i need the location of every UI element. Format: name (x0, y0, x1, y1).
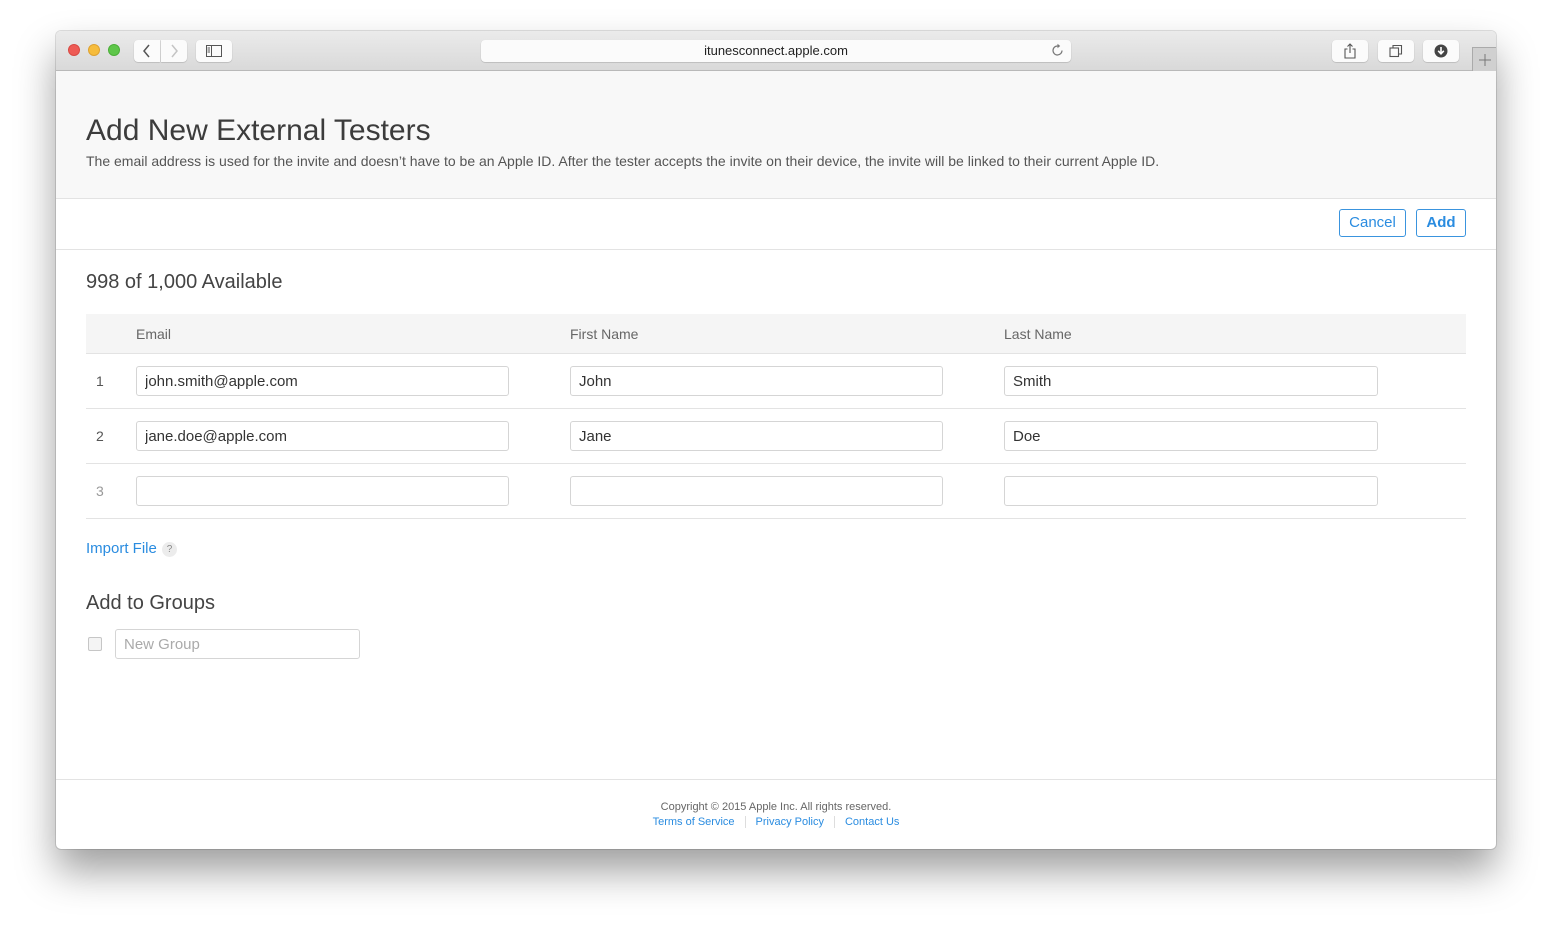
new-group-checkbox[interactable] (88, 637, 102, 651)
column-header-email: Email (136, 326, 172, 342)
chevron-right-icon (171, 44, 178, 58)
zoom-window-button[interactable] (108, 44, 120, 56)
last-name-field[interactable] (1004, 421, 1378, 451)
first-name-field[interactable] (570, 421, 943, 451)
minimize-window-button[interactable] (88, 44, 100, 56)
email-field[interactable] (136, 421, 509, 451)
table-header: Email First Name Last Name (86, 314, 1466, 354)
action-bar: Cancel Add (56, 199, 1496, 250)
column-header-first-name: First Name (570, 326, 639, 342)
add-to-groups-heading: Add to Groups (86, 592, 215, 614)
reload-icon (1052, 43, 1063, 56)
terms-of-service-link[interactable]: Terms of Service (643, 816, 745, 828)
table-row: 2 (86, 409, 1466, 464)
last-name-field[interactable] (1004, 366, 1378, 396)
browser-window: itunesconnect.apple.com Add New External… (56, 31, 1496, 849)
browser-toolbar: itunesconnect.apple.com (56, 31, 1496, 71)
copyright-text: Copyright © 2015 Apple Inc. All rights r… (660, 801, 892, 813)
show-tabs-button[interactable] (1378, 40, 1414, 62)
sidebar-icon (206, 45, 222, 57)
reload-button[interactable] (1051, 43, 1065, 65)
table-row: 3 (86, 464, 1466, 519)
page-description: The email address is used for the invite… (86, 153, 1160, 169)
availability-count: 998 of 1,000 Available (86, 271, 283, 293)
testers-table: Email First Name Last Name 1 2 3 (86, 314, 1466, 519)
email-field[interactable] (136, 476, 509, 506)
footer: Copyright © 2015 Apple Inc. All rights r… (56, 779, 1496, 849)
address-bar[interactable]: itunesconnect.apple.com (481, 40, 1071, 62)
add-button[interactable]: Add (1416, 209, 1466, 237)
cancel-button[interactable]: Cancel (1339, 209, 1406, 237)
sidebar-toggle-button[interactable] (196, 40, 232, 62)
back-button[interactable] (134, 40, 160, 62)
chevron-left-icon (143, 44, 150, 58)
new-tab-button[interactable] (1472, 47, 1496, 71)
share-button[interactable] (1332, 40, 1368, 62)
help-icon[interactable]: ? (162, 542, 177, 557)
page-header: Add New External Testers The email addre… (56, 71, 1496, 199)
row-number: 3 (96, 483, 104, 499)
column-header-last-name: Last Name (1004, 326, 1072, 342)
download-icon (1434, 44, 1448, 58)
email-field[interactable] (136, 366, 509, 396)
close-window-button[interactable] (68, 44, 80, 56)
last-name-field[interactable] (1004, 476, 1378, 506)
first-name-field[interactable] (570, 366, 943, 396)
row-number: 1 (96, 373, 104, 389)
new-group-input[interactable] (115, 629, 360, 659)
footer-links: Terms of Service Privacy Policy Contact … (56, 816, 1496, 828)
contact-us-link[interactable]: Contact Us (833, 816, 909, 828)
import-file-link[interactable]: Import File (86, 540, 157, 557)
tabs-icon (1389, 44, 1403, 58)
share-icon (1344, 43, 1356, 59)
first-name-field[interactable] (570, 476, 943, 506)
url-text: itunesconnect.apple.com (704, 43, 848, 58)
forward-button[interactable] (161, 40, 187, 62)
table-row: 1 (86, 354, 1466, 409)
row-number: 2 (96, 428, 104, 444)
page-title: Add New External Testers (86, 114, 431, 147)
plus-icon (1478, 53, 1491, 66)
downloads-button[interactable] (1423, 40, 1459, 62)
privacy-policy-link[interactable]: Privacy Policy (744, 816, 834, 828)
